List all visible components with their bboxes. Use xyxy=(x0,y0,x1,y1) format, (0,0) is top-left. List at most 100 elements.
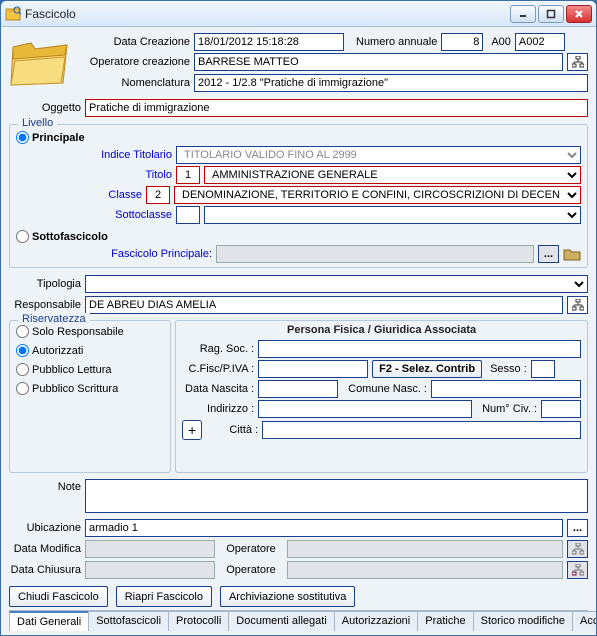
oggetto-label: Oggetto xyxy=(9,102,81,114)
tab-accessi[interactable]: Accessi xyxy=(572,611,596,631)
sottofascicolo-label: Sottofascicolo xyxy=(32,231,108,243)
responsabile-field[interactable] xyxy=(85,296,563,314)
archiviazione-button[interactable]: Archiviazione sostitutiva xyxy=(220,586,355,607)
data-modifica-label: Data Modifica xyxy=(9,543,81,555)
operatore-creazione-field[interactable] xyxy=(194,53,563,71)
cfisc-label: C.Fisc/P.IVA : xyxy=(182,363,254,375)
principale-radio[interactable] xyxy=(16,131,29,144)
data-chiusura-label: Data Chiusura xyxy=(9,564,81,576)
nomenclatura-field[interactable] xyxy=(194,74,588,92)
data-nascita-field[interactable] xyxy=(258,380,338,398)
aoo-field[interactable] xyxy=(515,33,565,51)
browse-fascicolo-button[interactable]: ... xyxy=(538,245,559,263)
tab-autorizzazioni[interactable]: Autorizzazioni xyxy=(334,611,418,631)
org-tree-icon[interactable] xyxy=(567,53,588,71)
sottoclasse-select[interactable] xyxy=(204,206,581,224)
ubicazione-field[interactable] xyxy=(85,519,563,537)
tipologia-label: Tipologia xyxy=(9,278,81,290)
titlebar: Fascicolo xyxy=(1,1,596,27)
oggetto-field[interactable] xyxy=(85,99,588,117)
indirizzo-label: Indirizzo : xyxy=(182,403,254,415)
num-civ-label: Num° Civ. : xyxy=(482,403,537,415)
org-tree-icon[interactable] xyxy=(567,296,588,314)
folder-icon xyxy=(9,33,81,92)
riservatezza-legend: Riservatezza xyxy=(18,313,90,325)
close-button[interactable] xyxy=(566,5,592,23)
titolo-select[interactable]: AMMINISTRAZIONE GENERALE xyxy=(204,166,581,184)
sottoclasse-num[interactable] xyxy=(176,206,200,224)
sesso-label: Sesso : xyxy=(490,363,527,375)
aoo-label: A00 xyxy=(491,36,511,48)
chiudi-fascicolo-button[interactable]: Chiudi Fascicolo xyxy=(9,586,108,607)
tab-storico-modifiche[interactable]: Storico modifiche xyxy=(473,611,573,631)
data-nascita-label: Data Nascita : xyxy=(182,383,254,395)
org-tree-icon[interactable] xyxy=(567,561,588,579)
data-creazione-field[interactable] xyxy=(194,33,344,51)
sottoclasse-label: Sottoclasse xyxy=(56,209,172,221)
comune-nasc-label: Comune Nasc. : xyxy=(348,383,427,395)
window-title: Fascicolo xyxy=(25,7,510,21)
fascicolo-principale-label: Fascicolo Principale: xyxy=(56,248,212,260)
pubblico-lettura-label: Pubblico Lettura xyxy=(32,364,112,376)
operatore-creazione-label: Operatore creazione xyxy=(85,56,190,68)
window: Fascicolo Data Creazione Numero annuale … xyxy=(0,0,597,636)
classe-num[interactable] xyxy=(146,186,170,204)
fascicolo-principale-field xyxy=(216,245,534,263)
indice-titolario-select[interactable]: TITOLARIO VALIDO FINO AL 2999 xyxy=(176,146,581,164)
numero-annuale-label: Numero annuale xyxy=(356,36,437,48)
tab-protocolli[interactable]: Protocolli xyxy=(168,611,229,631)
open-folder-icon[interactable] xyxy=(563,245,581,263)
data-modifica-operatore-label: Operatore xyxy=(219,543,283,555)
indirizzo-field[interactable] xyxy=(258,400,472,418)
livello-legend: Livello xyxy=(18,117,57,129)
sesso-field[interactable] xyxy=(531,360,555,378)
add-persona-button[interactable]: + xyxy=(182,420,202,440)
tab-pratiche[interactable]: Pratiche xyxy=(417,611,473,631)
comune-nasc-field[interactable] xyxy=(431,380,581,398)
data-modifica-operatore-field xyxy=(287,540,563,558)
minimize-button[interactable] xyxy=(510,5,536,23)
tab-dati-generali[interactable]: Dati Generali xyxy=(9,611,89,631)
titolo-num[interactable] xyxy=(176,166,200,184)
ubicazione-label: Ubicazione xyxy=(9,522,81,534)
principale-label: Principale xyxy=(32,132,85,144)
persona-heading: Persona Fisica / Giuridica Associata xyxy=(182,324,581,336)
rag-soc-field[interactable] xyxy=(258,340,581,358)
num-civ-field[interactable] xyxy=(541,400,581,418)
livello-group: Livello Principale Indice Titolario TITO… xyxy=(9,124,588,268)
pubblico-lettura-radio[interactable] xyxy=(16,363,29,376)
data-chiusura-operatore-field xyxy=(287,561,563,579)
sottofascicolo-radio[interactable] xyxy=(16,230,29,243)
app-icon xyxy=(5,6,21,22)
citta-label: Città : xyxy=(208,424,258,436)
classe-select[interactable]: DENOMINAZIONE, TERRITORIO E CONFINI, CIR… xyxy=(174,186,581,204)
riapri-fascicolo-button[interactable]: Riapri Fascicolo xyxy=(116,586,212,607)
tab-sottofascicoli[interactable]: Sottofascicoli xyxy=(88,611,169,631)
numero-annuale-field[interactable] xyxy=(441,33,483,51)
riservatezza-group: Riservatezza Solo Responsabile Autorizza… xyxy=(9,320,171,473)
tab-documenti-allegati[interactable]: Documenti allegati xyxy=(228,611,335,631)
classe-label: Classe xyxy=(56,189,142,201)
indice-titolario-label: Indice Titolario xyxy=(56,149,172,161)
header: Data Creazione Numero annuale A00 Operat… xyxy=(9,33,588,92)
solo-responsabile-label: Solo Responsabile xyxy=(32,326,124,338)
tipologia-select[interactable] xyxy=(85,275,588,293)
cfisc-field[interactable] xyxy=(258,360,368,378)
responsabile-label: Responsabile xyxy=(9,299,81,311)
citta-field[interactable] xyxy=(262,421,581,439)
solo-responsabile-radio[interactable] xyxy=(16,325,29,338)
pubblico-scrittura-radio[interactable] xyxy=(16,382,29,395)
data-creazione-label: Data Creazione xyxy=(85,36,190,48)
ubicazione-browse-button[interactable]: ... xyxy=(567,519,588,537)
org-tree-icon[interactable] xyxy=(567,540,588,558)
autorizzati-radio[interactable] xyxy=(16,344,29,357)
selez-contrib-button[interactable]: F2 - Selez. Contrib xyxy=(372,360,482,378)
titolo-label: Titolo xyxy=(56,169,172,181)
data-chiusura-field xyxy=(85,561,215,579)
maximize-button[interactable] xyxy=(538,5,564,23)
tab-bar: Dati Generali Sottofascicoli Protocolli … xyxy=(9,610,588,631)
pubblico-scrittura-label: Pubblico Scrittura xyxy=(32,383,118,395)
note-label: Note xyxy=(9,479,81,493)
note-field[interactable] xyxy=(85,479,588,513)
rag-soc-label: Rag. Soc. : xyxy=(182,343,254,355)
